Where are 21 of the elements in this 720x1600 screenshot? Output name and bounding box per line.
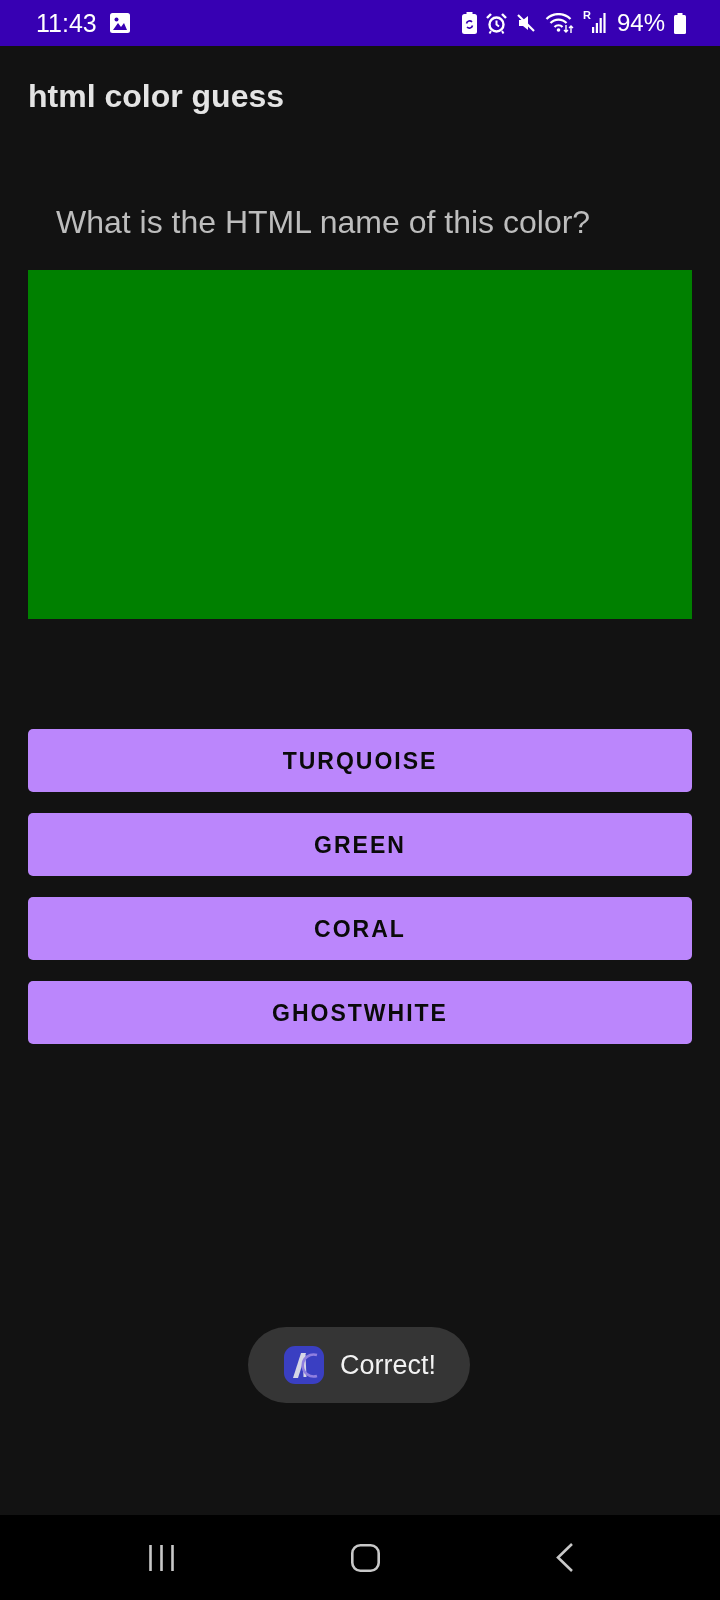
app-icon [284,1346,324,1384]
toast-message: Correct! [340,1349,437,1381]
battery-saver-icon [462,12,477,34]
alarm-icon [486,12,507,34]
recents-icon[interactable] [149,1544,174,1571]
answer-button[interactable]: GREEN [28,813,692,876]
wifi-icon [545,13,574,33]
home-icon[interactable] [350,1543,380,1572]
answer-button[interactable]: GHOSTWHITE [28,981,692,1044]
signal-icon [591,13,606,33]
battery-icon [674,12,686,34]
back-icon[interactable] [556,1543,573,1572]
clock-time: 11:43 [36,8,97,38]
question-text: What is the HTML name of this color? [56,203,592,242]
battery-percentage: 94% [616,8,665,38]
answer-button[interactable]: CORAL [28,897,692,960]
mute-icon [516,13,536,33]
image-icon [109,13,130,33]
answer-button[interactable]: TURQUOISE [28,729,692,792]
app-title: html color guess [28,77,285,116]
roaming-indicator: R [583,10,591,21]
